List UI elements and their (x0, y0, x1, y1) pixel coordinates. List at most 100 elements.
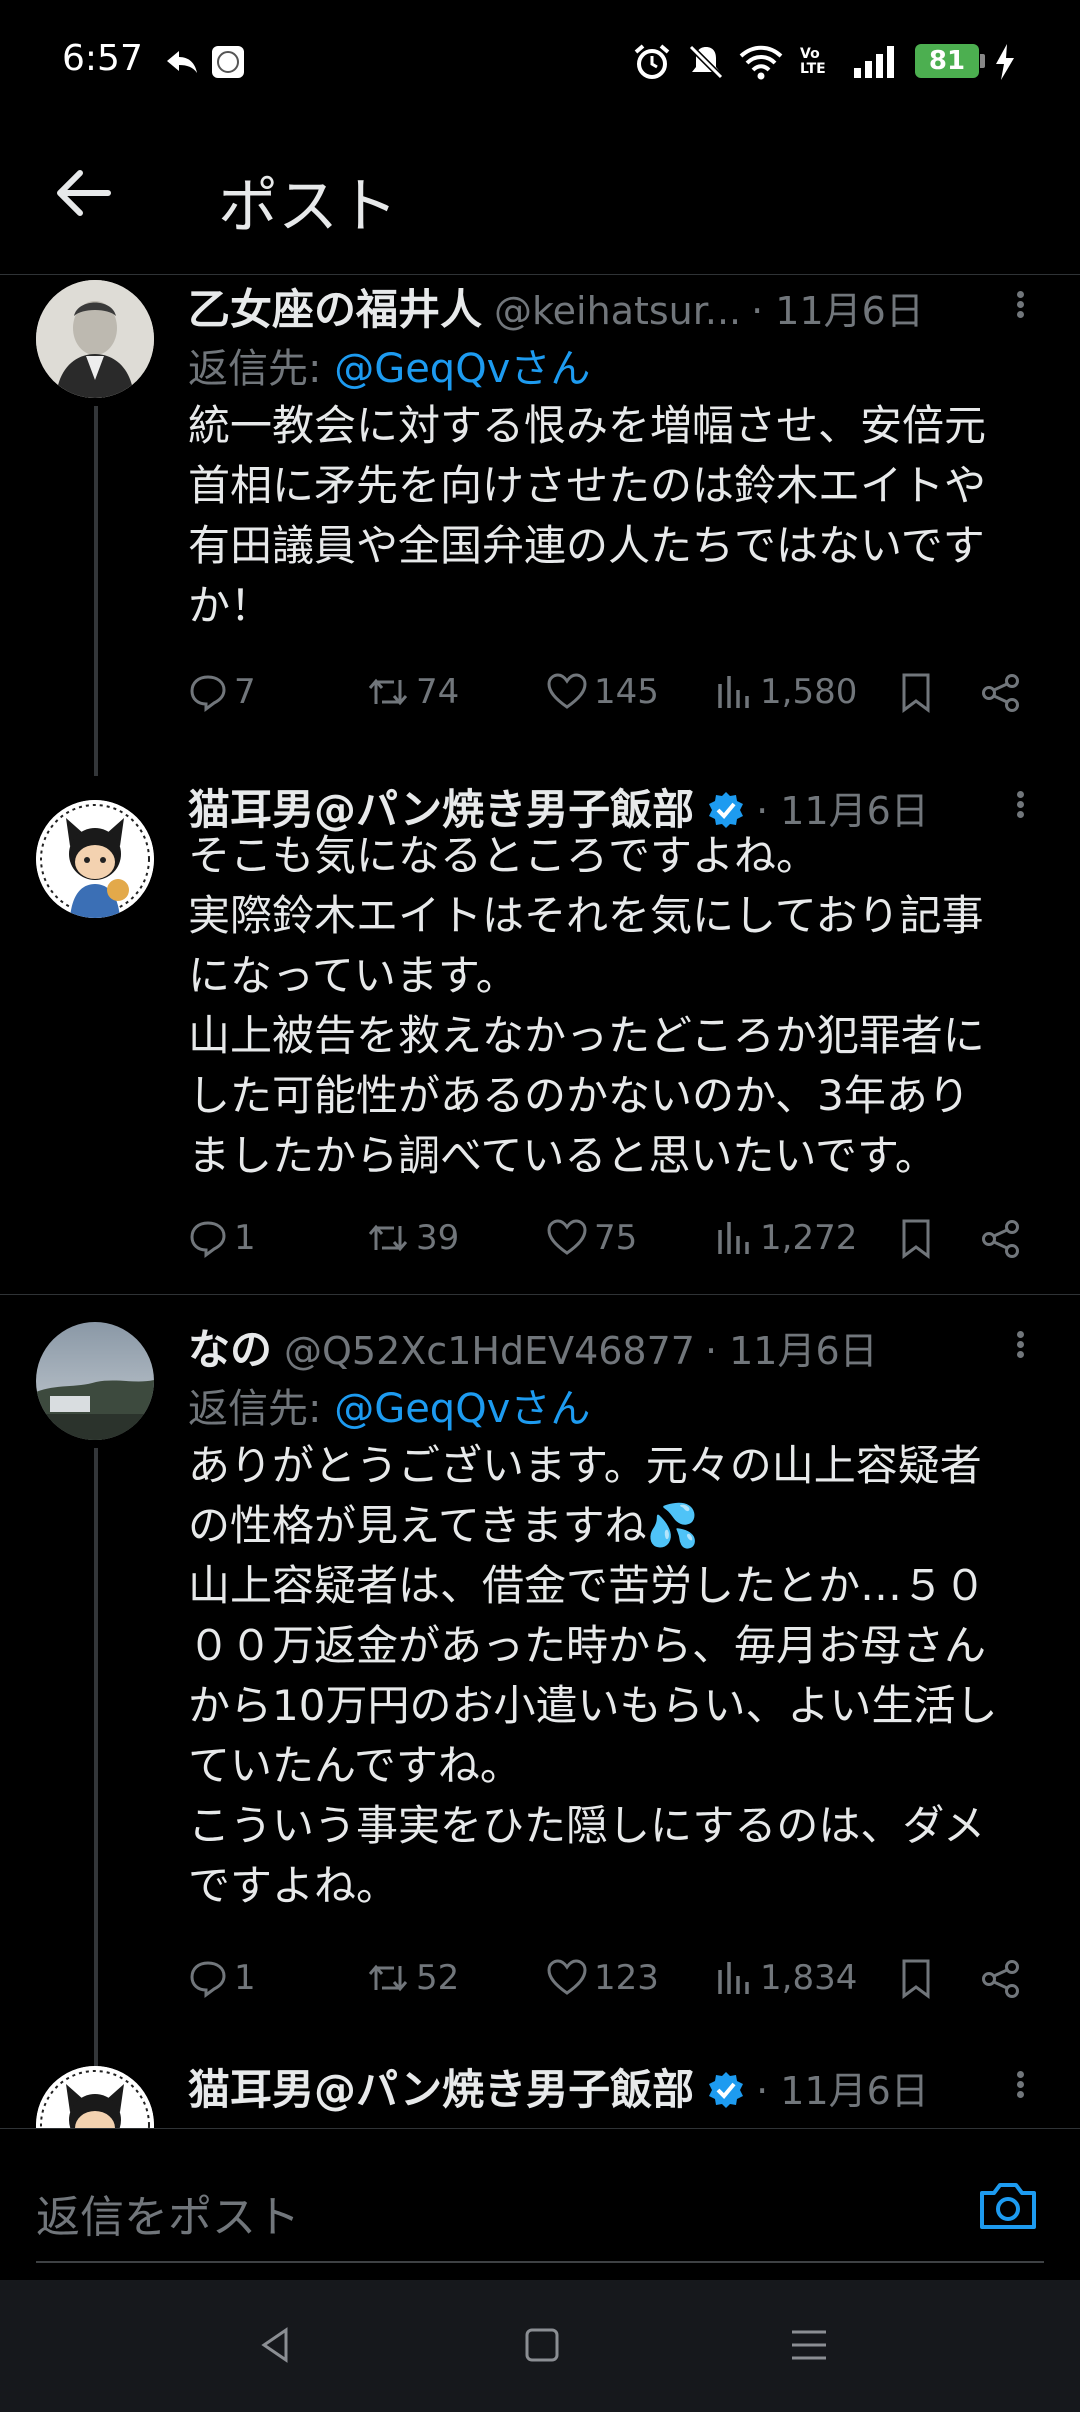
camera-button[interactable] (978, 2177, 1038, 2233)
text-line: 統一教会に対する恨みを増幅させ、安倍元 (188, 401, 987, 450)
tweet-text: そこも気になるところですよね。 実際鈴木エイトはそれを気にしており記事 になって… (188, 826, 1048, 1186)
tweet-header: なの @Q52Xc1HdEV46877 · 11月6日 (188, 1316, 988, 1376)
post-date[interactable]: · 11月6日 (705, 1320, 878, 1375)
thread-line (94, 1448, 98, 2078)
more-options-button[interactable] (1012, 1328, 1028, 1368)
battery-indicator: 81 (915, 44, 985, 78)
tweet-2[interactable]: 猫耳男@パン焼き男子飯部 · 11月6日 そこも気になるところですよね。 実際鈴… (0, 776, 1080, 1366)
reply-input[interactable]: 返信をポスト (36, 2181, 300, 2245)
landscape-photo-image (36, 1322, 154, 1440)
text-line: した可能性があるのかないのか、3年あり (188, 1071, 970, 1120)
nav-back-button[interactable] (250, 2320, 300, 2370)
avatar[interactable] (36, 800, 154, 918)
reply-arrow-icon (160, 40, 204, 84)
text-line: の性格が見えてきますね💦 (188, 1501, 699, 1550)
repost-button[interactable]: 52 (366, 1958, 459, 1998)
repost-button[interactable]: 39 (366, 1218, 459, 1258)
share-icon (982, 1220, 1019, 1258)
reply-icon (190, 675, 226, 712)
reply-button[interactable]: 1 (188, 1218, 256, 1258)
heart-icon (547, 1219, 587, 1255)
display-name[interactable]: 乙女座の福井人 (188, 276, 482, 337)
share-button[interactable] (980, 672, 1028, 714)
user-handle[interactable]: @Q52Xc1HdEV46877 (284, 1329, 695, 1373)
back-button[interactable] (52, 160, 118, 226)
share-button[interactable] (980, 1218, 1028, 1260)
views-button[interactable]: 1,834 (716, 1958, 857, 1998)
user-handle[interactable]: @keihatsur... (494, 289, 741, 333)
status-bar: 6:57 Vo LTE 81 (0, 0, 1080, 120)
charging-icon (990, 40, 1020, 84)
like-button[interactable]: 123 (546, 1958, 659, 1998)
repost-button[interactable]: 74 (366, 672, 459, 712)
alarm-icon (630, 40, 674, 84)
views-button[interactable]: 1,580 (716, 672, 857, 712)
post-date[interactable]: · 11月6日 (756, 2060, 929, 2115)
text-line: こういう事実をひた隠しにするのは、ダメ (188, 1801, 986, 1850)
text-line: 有田議員や全国弁連の人たちではないです (188, 521, 985, 570)
text-line: ですよね。 (188, 1861, 399, 1910)
views-button[interactable]: 1,272 (716, 1218, 857, 1258)
reply-to-line: 返信先: @GeqQvさん (188, 336, 590, 394)
bookmark-icon (902, 1219, 930, 1259)
signal-icon (850, 40, 900, 84)
mute-icon (686, 40, 726, 84)
tweet-header: 乙女座の福井人 @keihatsur... · 11月6日 (188, 276, 988, 336)
reply-count: 1 (234, 1958, 256, 1998)
like-button[interactable]: 145 (546, 672, 659, 712)
reply-icon (190, 1221, 226, 1258)
repost-icon (368, 1964, 408, 1992)
cartoon-avatar-image (36, 800, 154, 918)
reply-composer[interactable]: 返信をポスト (0, 2128, 1080, 2280)
text-line: ００万返金があった時から、毎月お母さん (188, 1621, 987, 1670)
share-button[interactable] (980, 1958, 1028, 2000)
view-count: 1,834 (760, 1958, 858, 1998)
tweet-3[interactable]: なの @Q52Xc1HdEV46877 · 11月6日 返信先: @GeqQvさ… (0, 1316, 1080, 2078)
back-arrow-icon (57, 170, 111, 216)
reply-feed[interactable]: 乙女座の福井人 @keihatsur... · 11月6日 返信先: @GeqQ… (0, 276, 1080, 2128)
avatar[interactable] (36, 2066, 154, 2128)
reply-icon (190, 1961, 226, 1998)
reply-label: 返信先: (188, 1386, 335, 1432)
wifi-icon (736, 40, 786, 84)
bookmark-icon (902, 673, 930, 713)
reply-to-line: 返信先: @GeqQvさん (188, 1376, 590, 1434)
tweet-1[interactable]: 乙女座の福井人 @keihatsur... · 11月6日 返信先: @GeqQ… (0, 276, 1080, 776)
analytics-icon (718, 676, 749, 708)
reply-button[interactable]: 7 (188, 672, 256, 712)
text-line: か！ (188, 581, 273, 630)
cartoon-avatar-image (36, 2066, 154, 2128)
reply-button[interactable]: 1 (188, 1958, 256, 1998)
top-app-bar: ポスト (0, 120, 1080, 275)
like-button[interactable]: 75 (546, 1218, 637, 1258)
more-options-button[interactable] (1012, 788, 1028, 828)
triangle-back-icon (261, 2327, 288, 2363)
nav-menu-button[interactable] (784, 2320, 834, 2370)
thread-line (94, 406, 98, 776)
display-name[interactable]: なの (188, 1316, 272, 1377)
avatar[interactable] (36, 1322, 154, 1440)
repost-count: 74 (416, 672, 460, 712)
bookmark-button[interactable] (898, 1958, 940, 2000)
text-line: 実際鈴木エイトはそれを気にしており記事 (188, 891, 984, 940)
text-line: 首相に矛先を向けさせたのは鈴木エイトや (188, 461, 987, 510)
reply-count: 7 (234, 672, 256, 712)
avatar[interactable] (36, 280, 154, 398)
repost-icon (368, 678, 408, 706)
reply-mention-link[interactable]: @GeqQvさん (334, 346, 590, 392)
portrait-image (36, 280, 154, 398)
tweet-4[interactable]: 猫耳男@パン焼き男子飯部 · 11月6日 (0, 2056, 1080, 2128)
post-date[interactable]: · 11月6日 (751, 280, 924, 335)
display-name[interactable]: 猫耳男@パン焼き男子飯部 (188, 2056, 694, 2117)
more-options-button[interactable] (1012, 2068, 1028, 2108)
more-options-button[interactable] (1012, 288, 1028, 328)
gallery-icon (208, 40, 248, 84)
bookmark-button[interactable] (898, 1218, 940, 1260)
nav-home-button[interactable] (517, 2320, 567, 2370)
verified-badge-icon (709, 2072, 744, 2108)
clock: 6:57 (62, 38, 143, 79)
like-count: 75 (594, 1218, 638, 1258)
bookmark-button[interactable] (898, 672, 940, 714)
text-line: 山上被告を救えなかったどころか犯罪者に (188, 1011, 985, 1060)
reply-mention-link[interactable]: @GeqQvさん (334, 1386, 590, 1432)
